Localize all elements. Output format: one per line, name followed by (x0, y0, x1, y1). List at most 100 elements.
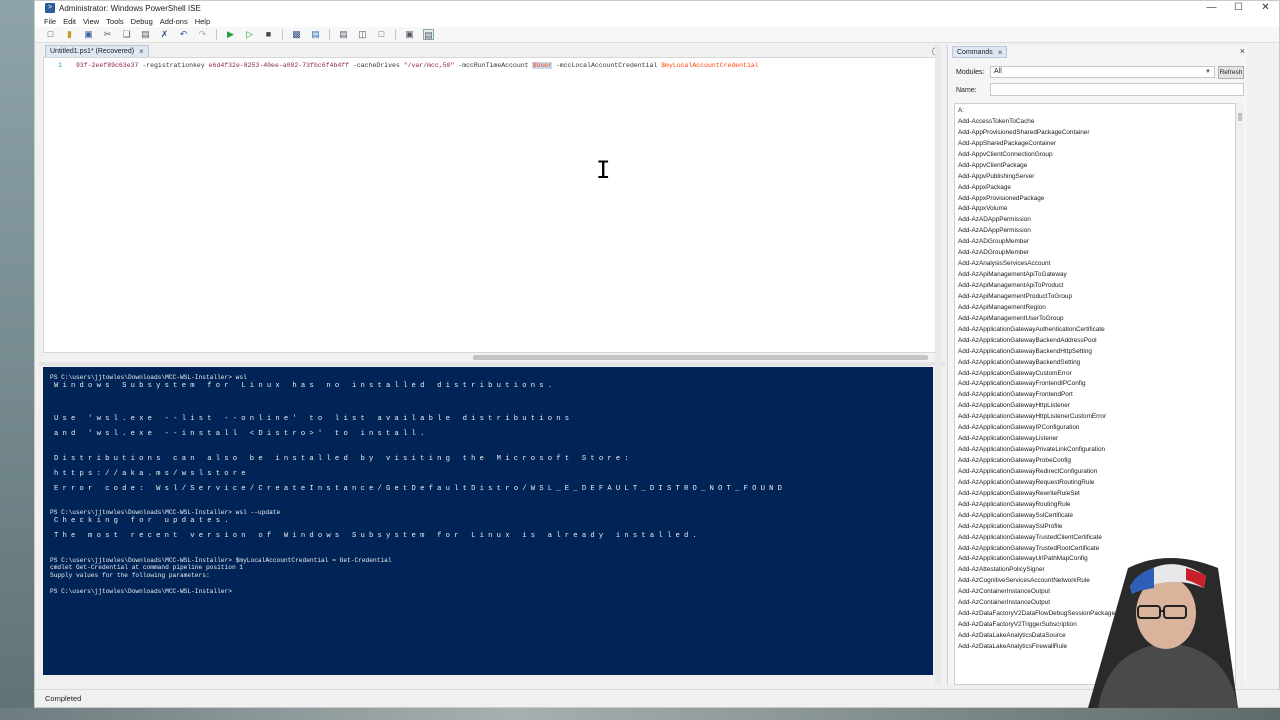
command-list-item[interactable]: Add-AzApplicationGatewayCustomError (958, 369, 1235, 380)
commands-panel-close-icon[interactable]: × (1240, 46, 1245, 56)
copy-icon[interactable]: ❏ (121, 29, 132, 40)
code-token: e6d4f32e-8253-40ee-a002-73fbc6f4b4ff (208, 62, 350, 69)
commands-tab-close-icon[interactable]: × (998, 47, 1003, 58)
command-list-item[interactable]: Add-AzApplicationGatewayBackendSetting (958, 358, 1235, 369)
command-list-item[interactable]: Add-AzApplicationGatewayListener (958, 434, 1235, 445)
command-list-item[interactable]: Add-AzApplicationGatewayFrontendPort (958, 390, 1235, 401)
command-list-item[interactable]: Add-AzApplicationGatewayFrontendIPConfig (958, 379, 1235, 390)
new-icon[interactable]: □ (45, 29, 56, 40)
command-list-item[interactable]: Add-AzAnalysisServicesAccount (958, 259, 1235, 270)
console-line: PS C:\users\jjtowles\Downloads\MCC-WSL-I… (50, 509, 281, 517)
command-list-item[interactable]: Add-AzApiManagementApiToGateway (958, 270, 1235, 281)
command-list-item[interactable]: A: (958, 106, 1235, 117)
console-pane[interactable]: PS C:\users\jjtowles\Downloads\MCC-WSL-I… (43, 367, 933, 675)
tab-untitled1[interactable]: Untitled1.ps1* (Recovered) × (45, 45, 149, 57)
modules-dropdown[interactable]: All ▼ (990, 66, 1215, 78)
menu-file[interactable]: File (44, 17, 56, 26)
clear-icon[interactable]: ✗ (159, 29, 170, 40)
minimize-button[interactable]: — (1198, 1, 1225, 15)
code-line[interactable]: 93f-2eef89c63e37 -registrationkey e6d4f3… (76, 62, 759, 69)
open-icon[interactable]: ▮ (64, 29, 75, 40)
command-list-item[interactable]: Add-AzApplicationGatewayPrivateLinkConfi… (958, 445, 1235, 456)
menu-edit[interactable]: Edit (63, 17, 76, 26)
command-list-item[interactable]: Add-AzApplicationGatewayRequestRoutingRu… (958, 478, 1235, 489)
command-list-item[interactable]: Add-AzADGroupMember (958, 237, 1235, 248)
desktop-taskbar-strip (0, 708, 1280, 720)
pane-splitter[interactable] (39, 362, 945, 366)
console-line: Error code: Wsl/Service/CreateInstance/G… (54, 485, 787, 494)
editor-horizontal-scrollbar[interactable] (43, 353, 941, 362)
command-list-item[interactable]: Add-AzApiManagementProductToGroup (958, 292, 1235, 303)
command-list-item[interactable]: Add-AccessTokenToCache (958, 117, 1235, 128)
paste-icon[interactable]: ▤ (140, 29, 151, 40)
save-icon[interactable]: ▣ (83, 29, 94, 40)
command-list-item[interactable]: Add-AzADAppPermission (958, 215, 1235, 226)
tab-commands[interactable]: Commands × (952, 46, 1008, 58)
command-list-item[interactable]: Add-AzApplicationGatewayRedirectConfigur… (958, 467, 1235, 478)
undo-icon[interactable]: ↶ (178, 29, 189, 40)
run-selection-icon[interactable]: ▷ (244, 29, 255, 40)
menu-add-ons[interactable]: Add-ons (160, 17, 188, 26)
command-list-item[interactable]: Add-AppxVolume (958, 204, 1235, 215)
command-list-item[interactable]: Add-AppvPublishingServer (958, 172, 1235, 183)
menu-help[interactable]: Help (195, 17, 210, 26)
modules-label: Modules: (956, 68, 985, 76)
command-list-item[interactable]: Add-AzApplicationGatewayAuthenticationCe… (958, 325, 1235, 336)
redo-icon[interactable]: ↷ (197, 29, 208, 40)
command-list-item[interactable]: Add-AzApiManagementApiToProduct (958, 281, 1235, 292)
powershell-app-icon: > (45, 3, 55, 13)
command-list-item[interactable]: Add-AzApplicationGatewayRoutingRule (958, 500, 1235, 511)
refresh-button[interactable]: Refresh (1218, 66, 1244, 79)
show-command-window-icon[interactable]: ▣ (404, 29, 415, 40)
title-bar: > Administrator: Windows PowerShell ISE … (35, 1, 1279, 15)
show-script-pane-max-icon[interactable]: □ (376, 29, 387, 40)
command-list-item[interactable]: Add-AppvClientConnectionGroup (958, 150, 1235, 161)
run-icon[interactable]: ▶ (225, 29, 236, 40)
command-list-item[interactable]: Add-AzApplicationGatewayHttpListener (958, 401, 1235, 412)
code-token-selected: $User (532, 62, 552, 69)
editor-panel-scrollbar[interactable] (935, 45, 941, 685)
remote-icon[interactable]: ▩ (291, 29, 302, 40)
command-list-item[interactable]: Add-AzApplicationGatewayHttpListenerCust… (958, 412, 1235, 423)
script-editor[interactable]: 1 93f-2eef89c63e37 -registrationkey e6d4… (43, 57, 941, 353)
command-list-item[interactable]: Add-AzApplicationGatewaySslCertificate (958, 511, 1235, 522)
command-list-item[interactable]: Add-AzADGroupMember (958, 248, 1235, 259)
command-list-item[interactable]: Add-AzApplicationGatewayBackendAddressPo… (958, 336, 1235, 347)
close-button[interactable]: ✕ (1252, 1, 1279, 15)
menu-tools[interactable]: Tools (106, 17, 124, 26)
menu-debug[interactable]: Debug (131, 17, 153, 26)
command-list-item[interactable]: Add-AzApiManagementUserToGroup (958, 314, 1235, 325)
menu-view[interactable]: View (83, 17, 99, 26)
command-list-item[interactable]: Add-AppProvisionedSharedPackageContainer (958, 128, 1235, 139)
show-command-addon-icon[interactable]: ▤ (423, 29, 434, 40)
ibeam-cursor-icon: I (596, 156, 611, 184)
command-list-item[interactable]: Add-AzApplicationGatewayBackendHttpSetti… (958, 347, 1235, 358)
toolbar-separator (395, 29, 396, 40)
console-line: Windows Subsystem for Linux has no insta… (54, 381, 557, 390)
code-token: -cacheDrives (349, 62, 404, 69)
stop-icon[interactable]: ■ (263, 29, 274, 40)
name-search-input[interactable] (990, 83, 1244, 96)
console-line: Distributions can also be installed by v… (54, 454, 633, 463)
command-list-item[interactable]: Add-AppxProvisionedPackage (958, 194, 1235, 205)
show-script-pane-right-icon[interactable]: ◫ (357, 29, 368, 40)
console-line: PS C:\users\jjtowles\Downloads\MCC-WSL-I… (50, 374, 247, 381)
start-powershell-icon[interactable]: ▤ (310, 29, 321, 40)
scrollbar-thumb[interactable] (1238, 113, 1242, 121)
tab-close-icon[interactable]: × (139, 46, 144, 57)
console-line: and 'wsl.exe --install <Distro>' to inst… (54, 430, 429, 439)
command-list-item[interactable]: Add-AzApiManagementRegion (958, 303, 1235, 314)
scrollbar-thumb[interactable] (473, 355, 928, 360)
maximize-button[interactable]: ☐ (1225, 1, 1252, 15)
command-list-item[interactable]: Add-AzApplicationGatewayProbeConfig (958, 456, 1235, 467)
command-list-item[interactable]: Add-AzADAppPermission (958, 226, 1235, 237)
command-list-item[interactable]: Add-AppSharedPackageContainer (958, 139, 1235, 150)
desktop-background (0, 0, 34, 720)
command-list-item[interactable]: Add-AzApplicationGatewayRewriteRuleSet (958, 489, 1235, 500)
menu-bar: File Edit View Tools Debug Add-ons Help (35, 15, 1279, 27)
cut-icon[interactable]: ✂ (102, 29, 113, 40)
command-list-item[interactable]: Add-AppxPackage (958, 183, 1235, 194)
show-script-pane-top-icon[interactable]: ▤ (338, 29, 349, 40)
command-list-item[interactable]: Add-AppvClientPackage (958, 161, 1235, 172)
command-list-item[interactable]: Add-AzApplicationGatewayIPConfiguration (958, 423, 1235, 434)
